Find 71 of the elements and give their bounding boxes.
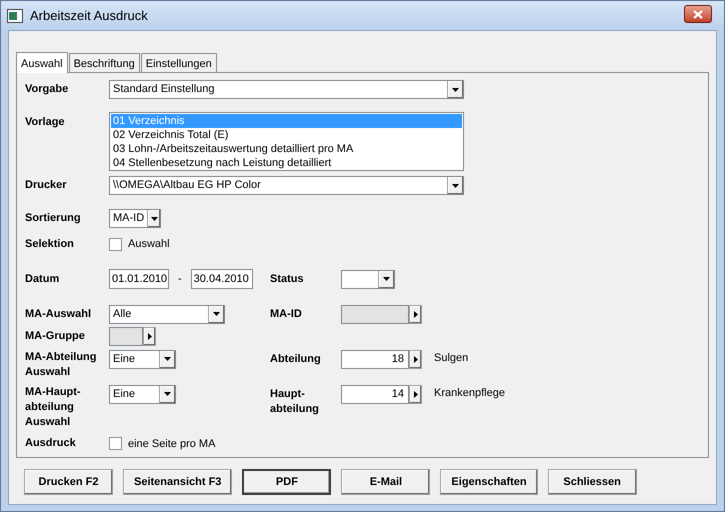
employee-selection-dropdown[interactable]: Alle [109,304,225,324]
caret-right-icon [414,310,418,318]
dialog-button[interactable]: Drucken F2 [24,469,113,495]
lookup-button[interactable] [409,384,422,404]
sort-dropdown[interactable]: MA-ID [109,209,161,228]
main-department-field[interactable]: 14 [341,384,409,404]
dropdown-button[interactable] [147,210,160,227]
department-field[interactable]: 18 [341,350,409,368]
caret-down-icon [164,357,171,361]
caret-down-icon [150,216,158,220]
tab[interactable]: Einstellungen [140,53,217,72]
window-title: Arbeitszeit Ausdruck [30,6,149,25]
checkbox-label: Auswahl [128,237,170,252]
dropdown-button[interactable] [447,81,463,98]
dropdown-button[interactable] [378,270,394,288]
dialog-button[interactable]: Schliessen [548,469,637,495]
field-label: Haupt- abteilung [270,386,320,416]
field-label: Vorgabe [25,82,70,97]
department-name: Sulgen [434,350,468,366]
date-separator: - [178,272,182,287]
window-app-icon [7,8,23,22]
dropdown-button[interactable] [447,177,463,194]
dialog-button[interactable]: Eigenschaften [440,469,538,495]
checkbox[interactable] [109,437,122,450]
lookup-button[interactable] [409,304,422,324]
department-selection-dropdown[interactable]: Eine [109,350,176,368]
field-label: Status [270,272,305,286]
checkbox-label: eine Seite pro MA [128,436,216,452]
printer-dropdown[interactable]: \\OMEGA\Altbau EG HP Color [109,176,464,195]
caret-down-icon [452,88,459,92]
dropdown-button[interactable] [159,386,175,402]
field-label: MA-Abteilung Auswahl [25,350,98,380]
field-label: Abteilung [270,352,322,366]
lookup-button[interactable] [409,350,422,368]
field-label: MA-ID [270,306,303,322]
main-department-selection-dropdown[interactable]: Eine [109,384,176,404]
caret-down-icon [213,312,220,316]
caret-down-icon [383,277,390,281]
field-label: Selektion [25,236,75,252]
field-label: Sortierung [25,211,82,226]
date-to-field[interactable]: 30.04.2010 [190,269,253,289]
preset-dropdown[interactable]: Standard Einstellung [109,80,464,99]
checkbox[interactable] [109,238,122,251]
field-label: Drucker [25,178,68,193]
field-label: MA-Haupt- abteilung Auswahl [25,384,82,430]
tab[interactable]: Beschriftung [68,53,140,72]
caret-right-icon [414,356,418,362]
field-label: Vorlage [25,115,66,130]
date-from-field[interactable]: 01.01.2010 [109,269,169,289]
list-item[interactable]: 02 Verzeichnis Total (E) [111,128,462,142]
close-icon [693,10,703,18]
dialog-button[interactable]: Seitenansicht F3 [123,469,232,495]
lookup-button[interactable] [143,326,156,346]
main-department-name: Krankenpflege [434,386,505,400]
list-item[interactable]: 03 Lohn-/Arbeitszeitauswertung detailliert pro MA [111,142,462,156]
caret-right-icon [414,390,418,398]
status-dropdown[interactable] [341,270,395,288]
field-label: Datum [25,272,60,286]
field-label: Ausdruck [25,436,77,452]
tab[interactable]: Auswahl [16,52,68,73]
dialog-button[interactable]: PDF [242,469,332,495]
caret-right-icon [148,332,152,340]
dialog-button[interactable]: E-Mail [341,469,430,495]
list-item[interactable]: 04 Stellenbesetzung nach Leistung detailliert [111,156,462,170]
field-label: MA-Gruppe [25,328,86,344]
dropdown-button[interactable] [208,306,224,322]
caret-down-icon [452,184,459,188]
field-label: MA-Auswahl [25,306,92,322]
caret-down-icon [164,392,171,396]
dropdown-button[interactable] [159,350,175,368]
close-button[interactable] [684,5,712,23]
